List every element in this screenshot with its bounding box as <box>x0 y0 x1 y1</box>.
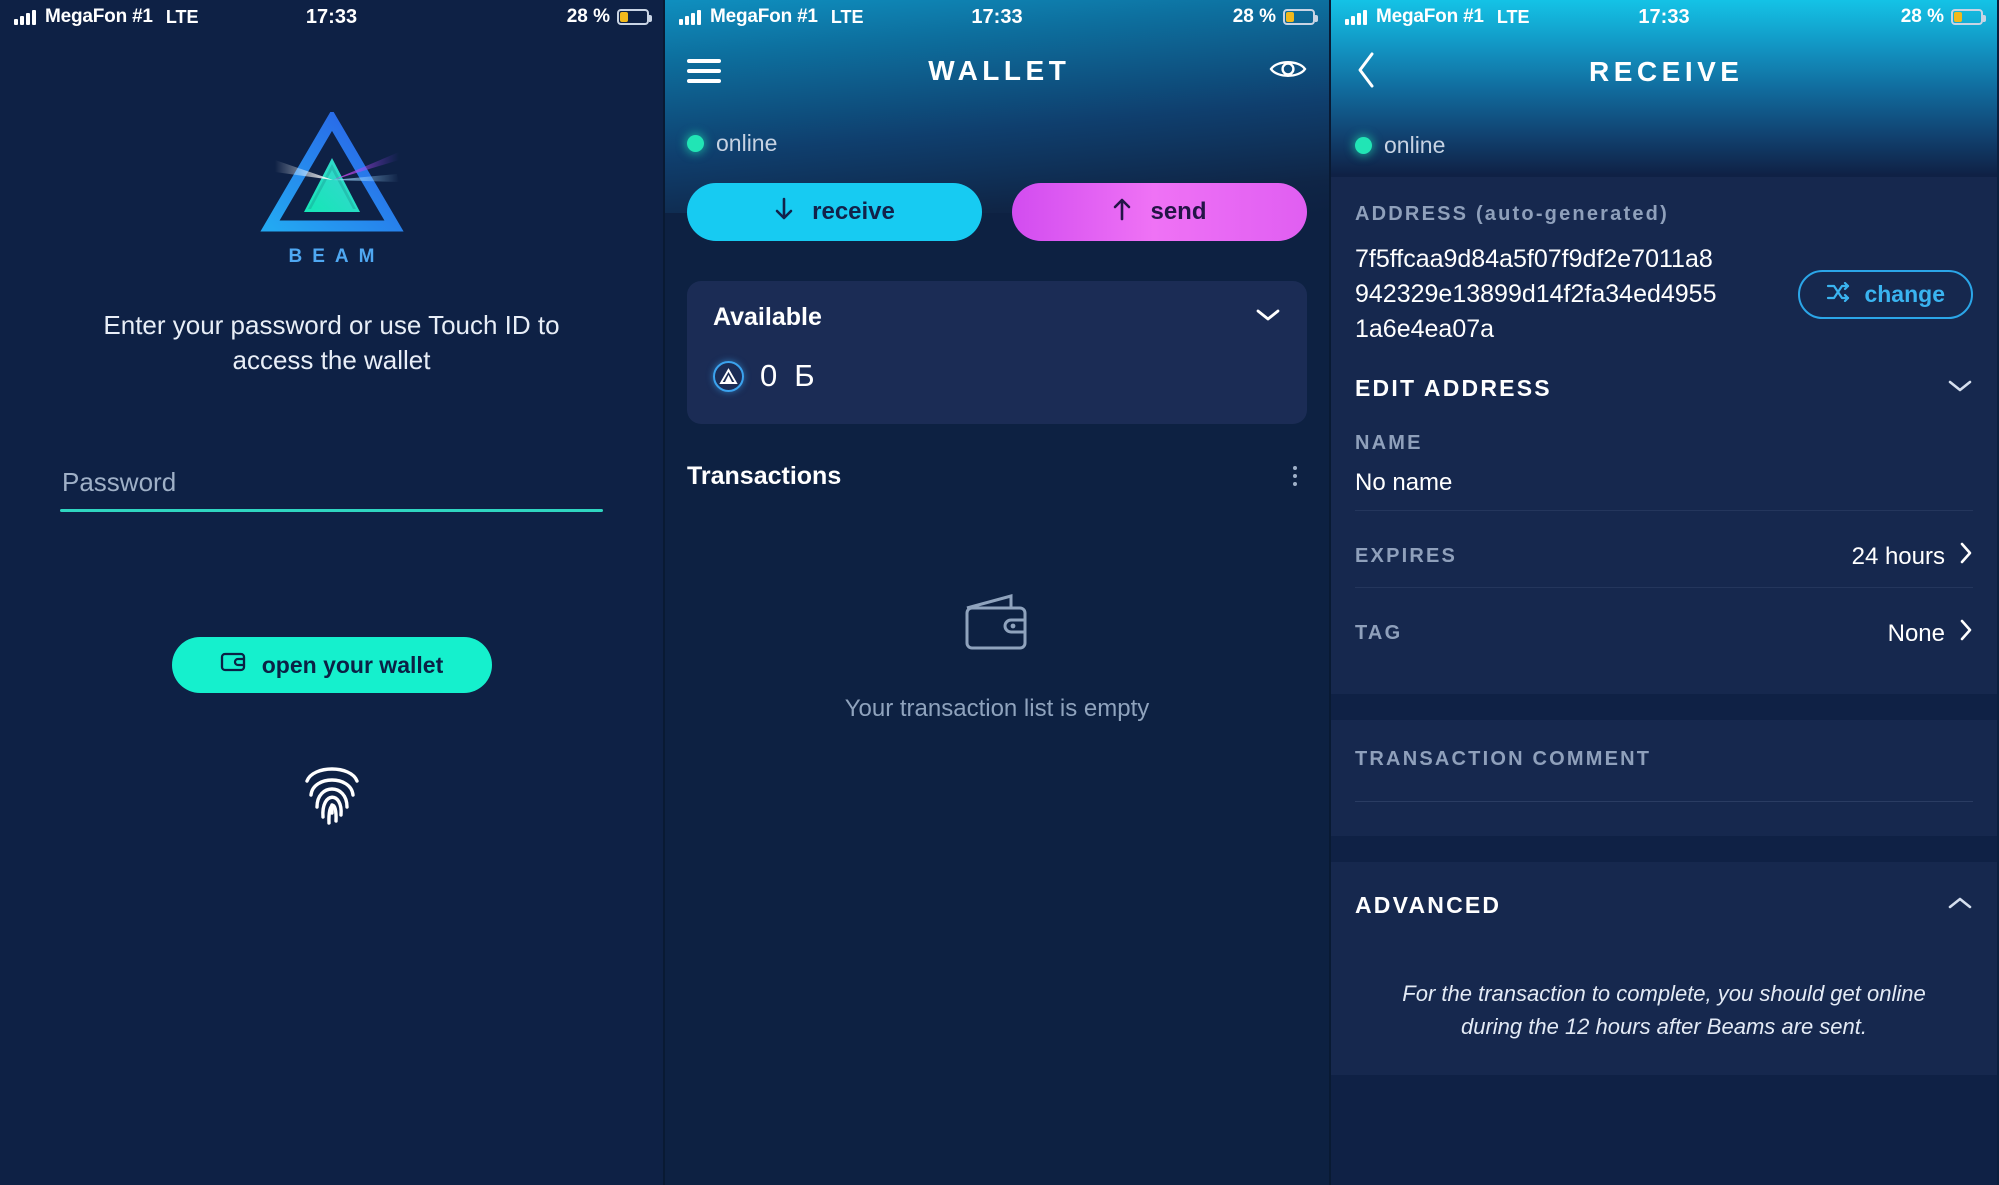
beam-coin-icon <box>713 360 744 392</box>
clock: 17:33 <box>1638 5 1690 28</box>
login-screen: MegaFon #1 LTE 17:33 28 % BEAM Enter you… <box>0 0 663 1185</box>
wallet-outline-icon <box>961 594 1033 658</box>
available-card-header: Available <box>713 303 1281 332</box>
tag-label: TAG <box>1355 622 1403 644</box>
battery-icon <box>1951 9 1986 25</box>
available-balance-card[interactable]: Available 0 Б <box>687 281 1307 424</box>
address-value[interactable]: 7f5ffcaa9d84a5f07f9df2e7011a8942329e1389… <box>1355 242 1720 347</box>
address-row: 7f5ffcaa9d84a5f07f9df2e7011a8942329e1389… <box>1355 242 1973 347</box>
arrow-up-icon <box>1112 197 1132 228</box>
wallet-action-buttons: receive send <box>665 157 1329 241</box>
logo-container <box>60 112 603 232</box>
chevron-right-icon[interactable] <box>1959 618 1973 649</box>
kebab-menu-icon[interactable] <box>1283 460 1307 492</box>
beam-triangle-logo-icon <box>257 112 407 232</box>
online-status-label: online <box>716 130 778 156</box>
wallet-icon <box>220 651 246 679</box>
battery-icon <box>617 9 652 25</box>
address-label: ADDRESS (auto-generated) <box>1355 203 1669 225</box>
transactions-empty-state: Your transaction list is empty <box>665 590 1329 723</box>
receive-button[interactable]: receive <box>687 183 982 241</box>
login-content: BEAM Enter your password or use Touch ID… <box>0 112 663 832</box>
arrow-down-icon <box>774 197 794 228</box>
clock: 17:33 <box>971 5 1023 28</box>
status-bar-receive: MegaFon #1 LTE 17:33 28 % <box>1331 0 1997 34</box>
open-wallet-button[interactable]: open your wallet <box>171 637 492 694</box>
wallet-header: WALLET <box>665 34 1329 108</box>
status-bar-login: MegaFon #1 LTE 17:33 28 % <box>0 0 663 34</box>
name-field[interactable]: NAME No name <box>1355 402 1973 511</box>
receive-button-label: receive <box>812 198 895 225</box>
transaction-comment-input[interactable] <box>1355 801 1973 802</box>
send-button-label: send <box>1150 198 1207 225</box>
open-wallet-label: open your wallet <box>261 651 444 678</box>
tag-row[interactable]: TAG None <box>1355 618 1973 664</box>
advanced-note-text: For the transaction to complete, you sho… <box>1402 981 1926 1039</box>
change-address-button[interactable]: change <box>1798 270 1973 319</box>
available-label: Available <box>713 303 822 331</box>
address-block: ADDRESS (auto-generated) 7f5ffcaa9d84a5f… <box>1331 177 1997 694</box>
address-block-wrapper: ADDRESS (auto-generated) 7f5ffcaa9d84a5f… <box>1331 177 1997 1075</box>
send-button[interactable]: send <box>1012 183 1307 241</box>
chevron-down-icon[interactable] <box>1947 378 1973 399</box>
name-label: NAME <box>1355 432 1423 454</box>
change-address-label: change <box>1864 281 1945 307</box>
expires-value: 24 hours <box>1851 542 1945 570</box>
fingerprint-icon[interactable] <box>301 755 363 832</box>
page-title: WALLET <box>928 55 1071 86</box>
empty-state-text: Your transaction list is empty <box>844 695 1150 722</box>
receive-status-row: online <box>1331 110 1997 159</box>
eye-icon[interactable] <box>1269 56 1307 87</box>
shuffle-icon <box>1826 281 1850 308</box>
expires-label: EXPIRES <box>1355 545 1458 567</box>
chevron-right-icon[interactable] <box>1959 541 1973 572</box>
online-status-dot <box>1355 137 1372 154</box>
chevron-down-icon[interactable] <box>1255 307 1281 328</box>
password-field-wrapper <box>60 467 603 513</box>
wallet-status-row: online <box>665 108 1329 157</box>
advanced-title: ADVANCED <box>1355 892 1502 918</box>
name-input-line[interactable]: No name <box>1355 469 1973 511</box>
advanced-block: ADVANCED For the transaction to complete… <box>1331 862 1997 1075</box>
tag-field[interactable]: TAG None <box>1355 588 1973 664</box>
name-value: No name <box>1355 469 1453 496</box>
brand-name: BEAM <box>288 246 385 267</box>
online-status-dot <box>687 135 704 152</box>
expires-field[interactable]: EXPIRES 24 hours <box>1355 511 1973 588</box>
password-input[interactable] <box>60 467 603 510</box>
password-underline <box>60 509 603 513</box>
transaction-comment-label: TRANSACTION COMMENT <box>1355 748 1652 770</box>
currency-symbol: Б <box>794 358 816 393</box>
login-hint-text: Enter your password or use Touch ID to a… <box>103 310 560 375</box>
page-title: RECEIVE <box>1589 56 1744 87</box>
status-bar-wallet: MegaFon #1 LTE 17:33 28 % <box>665 0 1329 34</box>
available-amount-row: 0 Б <box>713 358 1281 394</box>
available-amount: 0 <box>760 358 779 393</box>
tag-value: None <box>1887 619 1945 647</box>
transactions-title: Transactions <box>687 461 842 490</box>
chevron-up-icon[interactable] <box>1947 895 1973 916</box>
online-status-label: online <box>1384 132 1446 158</box>
transaction-comment-block: TRANSACTION COMMENT <box>1331 720 1997 836</box>
transactions-header: Transactions <box>687 460 1307 492</box>
battery-icon <box>1283 9 1318 25</box>
three-phone-screens: MegaFon #1 LTE 17:33 28 % BEAM Enter you… <box>0 0 1999 1185</box>
receive-screen: MegaFon #1 LTE 17:33 28 % RECEIVE online <box>1331 0 1997 1185</box>
receive-header: RECEIVE <box>1331 34 1997 110</box>
wallet-screen: MegaFon #1 LTE 17:33 28 % WALLET online <box>663 0 1331 1185</box>
chevron-left-icon[interactable] <box>1355 51 1377 94</box>
edit-address-title: EDIT ADDRESS <box>1355 375 1552 401</box>
expires-row[interactable]: EXPIRES 24 hours <box>1355 541 1973 588</box>
advanced-header[interactable]: ADVANCED <box>1355 892 1973 919</box>
touch-id-container[interactable] <box>60 755 603 832</box>
clock: 17:33 <box>305 5 358 28</box>
edit-address-row[interactable]: EDIT ADDRESS <box>1355 347 1973 402</box>
